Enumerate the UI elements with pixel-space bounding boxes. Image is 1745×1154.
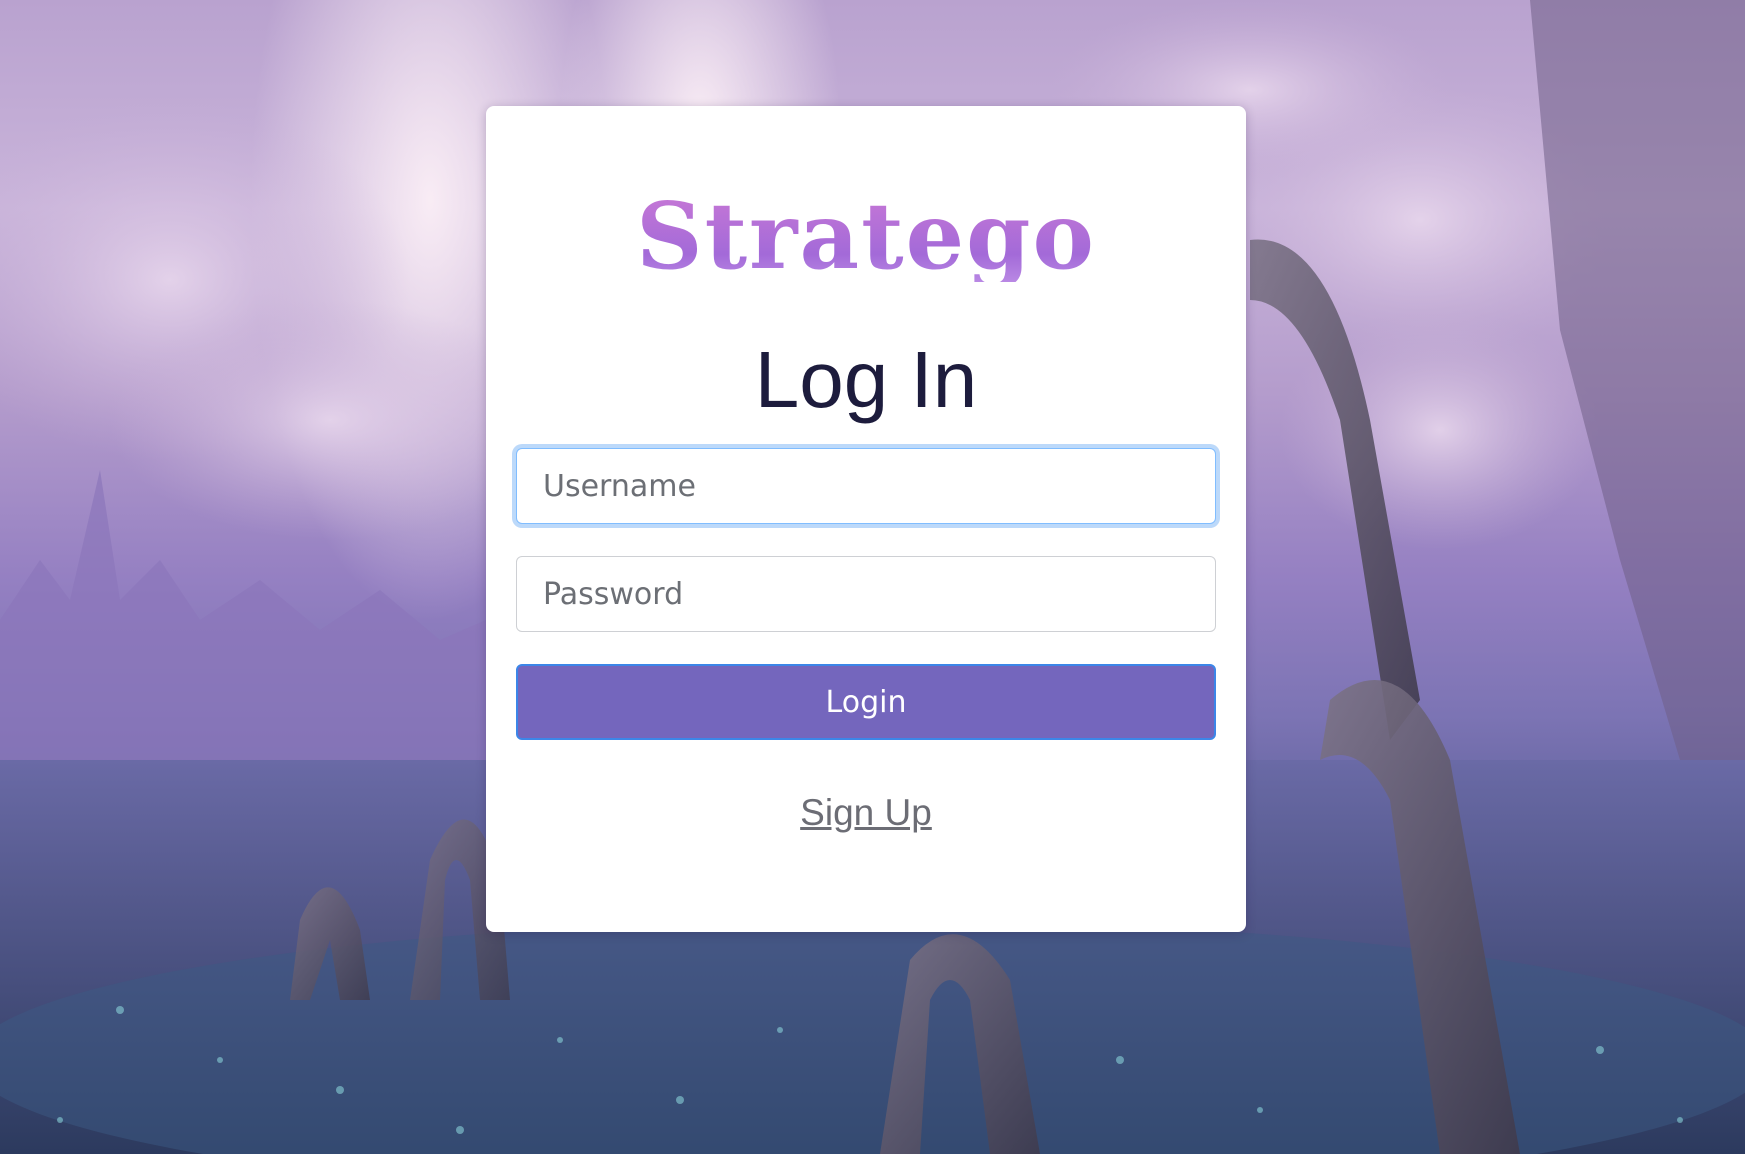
login-button[interactable]: Login <box>516 664 1216 740</box>
password-input[interactable] <box>516 556 1216 632</box>
brand-logo-text: Stratego <box>486 190 1246 282</box>
username-input[interactable] <box>516 448 1216 524</box>
page-title: Log In <box>754 335 978 424</box>
signup-link[interactable]: Sign Up <box>486 792 1246 834</box>
